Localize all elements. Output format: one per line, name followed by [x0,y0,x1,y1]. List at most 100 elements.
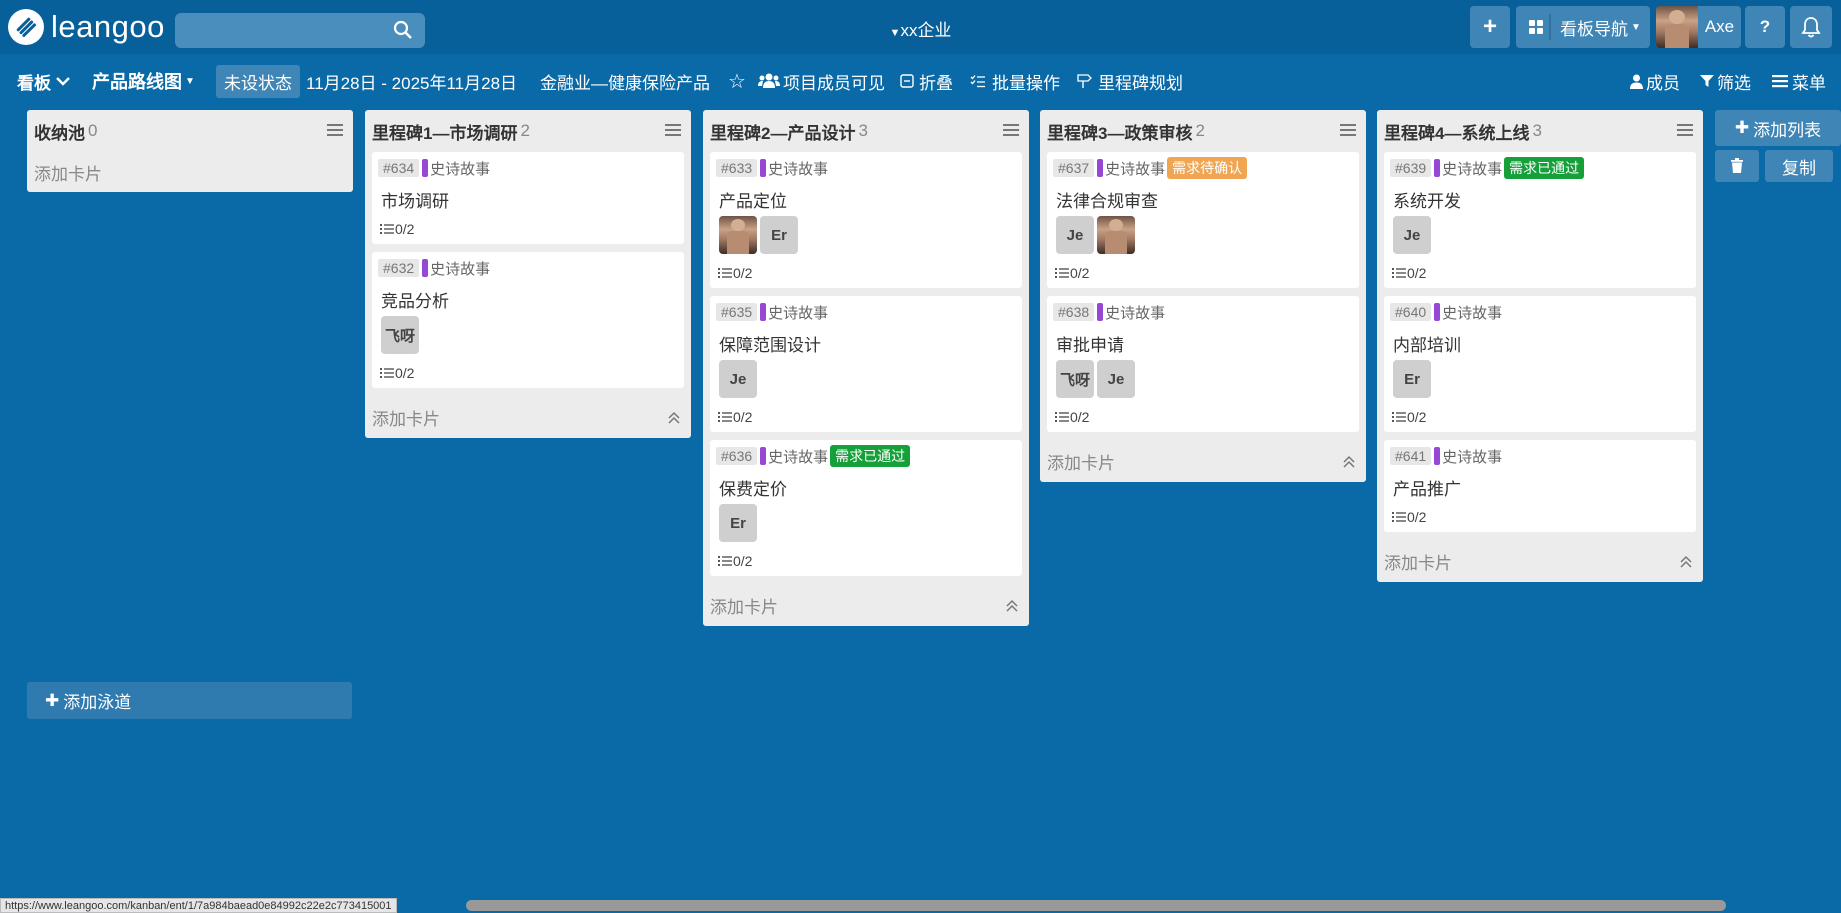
list-milestone-3: 里程碑3—政策审核 2 #637 史诗故事 需求待确认 法律合规审查 Je 0/… [1040,110,1366,482]
avatar-photo[interactable] [719,216,757,254]
fold-button[interactable]: 折叠 [900,62,953,100]
user-menu-button[interactable]: Axe [1698,6,1741,48]
search-icon[interactable] [393,20,413,40]
checklist-progress: 0/2 [372,214,684,244]
avatar-photo[interactable] [1097,216,1135,254]
add-card-button[interactable]: 添加卡片 [365,396,691,438]
card-members: Er [710,502,1022,546]
avatar[interactable]: Je [1056,216,1094,254]
collapse-up-icon[interactable] [1005,599,1019,613]
avatar[interactable]: 飞呀 [1056,360,1094,398]
checklist-icon [718,412,732,422]
notifications-button[interactable] [1790,6,1832,48]
members-button[interactable]: 成员 [1630,62,1680,100]
add-card-button[interactable]: 添加卡片 [1040,440,1366,482]
epic-label: 史诗故事 [768,304,829,322]
checklist-count: 0/2 [1407,409,1427,425]
epic-color-bar [422,159,429,177]
status-text: 未设状态 [216,64,300,98]
checklist-progress: 0/2 [1047,402,1359,432]
card[interactable]: #632 史诗故事 竞品分析 飞呀 0/2 [372,252,684,388]
board-menu-button[interactable]: 看板 [17,62,71,100]
star-button[interactable]: ☆ [728,62,746,100]
add-button[interactable]: + [1470,6,1510,48]
collapse-up-icon[interactable] [1679,555,1693,569]
card[interactable]: #638 史诗故事 审批申请 飞呀 Je 0/2 [1047,296,1359,432]
card[interactable]: #633 史诗故事 产品定位 Er 0/2 [710,152,1022,288]
list-menu-icon[interactable] [1677,123,1693,137]
card[interactable]: #634 史诗故事 市场调研 0/2 [372,152,684,244]
list-menu-icon[interactable] [327,123,343,137]
collapse-up-icon[interactable] [667,411,681,425]
avatar[interactable]: Er [1393,360,1431,398]
caret-down-icon: ▼ [1631,21,1641,33]
board-name-button[interactable]: 产品路线图 ▼ [92,62,195,100]
list-header[interactable]: 里程碑3—政策审核 2 [1040,110,1366,152]
milestone-button[interactable]: 里程碑规划 [1076,62,1183,100]
group-icon [758,73,780,88]
card-members: Je [1384,214,1696,258]
status-badge[interactable]: 未设状态 [216,62,300,100]
avatar[interactable]: Er [760,216,798,254]
card-id: #634 [378,159,420,177]
caret-down-icon: ▼ [185,75,195,87]
add-list-button[interactable]: ✚ 添加列表 [1715,110,1841,146]
card[interactable]: #641 史诗故事 产品推广 0/2 [1384,440,1696,532]
copy-label: 复制 [1782,158,1816,178]
board-nav-button[interactable]: 看板导航 ▼ [1516,6,1650,48]
avatar[interactable]: Je [1097,360,1135,398]
avatar[interactable]: 飞呀 [381,316,419,354]
logo[interactable]: leangoo [8,0,165,54]
add-card-button[interactable]: 添加卡片 [703,584,1029,626]
checklist-progress: 0/2 [1384,502,1696,532]
card[interactable]: #639 史诗故事 需求已通过 系统开发 Je 0/2 [1384,152,1696,288]
card-id: #637 [1053,159,1095,177]
search-input[interactable] [175,13,425,48]
horizontal-scrollbar[interactable] [466,900,1726,911]
epic-label: 史诗故事 [430,260,491,278]
add-card-label: 添加卡片 [372,409,440,429]
list-menu-icon[interactable] [665,123,681,137]
visibility-button[interactable]: 项目成员可见 [758,62,885,100]
help-icon: ? [1759,17,1771,36]
delete-button[interactable] [1715,150,1759,182]
org-switcher-toggle[interactable]: ▼xx企业 [890,21,952,40]
help-button[interactable]: ? [1745,6,1785,48]
list-header[interactable]: 收纳池 0 [27,110,353,152]
list-header[interactable]: 里程碑2—产品设计 3 [703,110,1029,152]
filter-button[interactable]: 筛选 [1700,62,1751,100]
date-range[interactable]: 11月28日 - 2025年11月28日 [306,62,517,100]
list-menu-icon[interactable] [1340,123,1356,137]
avatar[interactable]: Er [719,504,757,542]
card-id: #635 [716,303,758,321]
checklist-count: 0/2 [395,365,415,381]
add-card-button[interactable]: 添加卡片 [1377,540,1703,582]
add-card-button[interactable]: 添加卡片 [27,152,353,192]
card[interactable]: #635 史诗故事 保障范围设计 Je 0/2 [710,296,1022,432]
epic-label: 史诗故事 [768,448,829,466]
checklist-icon [380,224,394,234]
checklist-icon [1055,268,1069,278]
copy-button[interactable]: 复制 [1765,150,1833,182]
logo-icon [8,9,44,45]
project-link[interactable]: 金融业—健康保险产品 [540,62,710,100]
card-meta: #636 史诗故事 需求已通过 [710,440,1022,468]
avatar[interactable]: Je [719,360,757,398]
card[interactable]: #640 史诗故事 内部培训 Er 0/2 [1384,296,1696,432]
list-header[interactable]: 里程碑1—市场调研 2 [365,110,691,152]
batch-button[interactable]: 批量操作 [970,62,1060,100]
collapse-up-icon[interactable] [1342,455,1356,469]
card[interactable]: #637 史诗故事 需求待确认 法律合规审查 Je 0/2 [1047,152,1359,288]
list-title: 里程碑3—政策审核 [1047,123,1193,143]
card-title: 系统开发 [1393,192,1461,211]
add-swimlane-button[interactable]: ✚ 添加泳道 [27,682,352,719]
menu-label: 菜单 [1792,73,1826,93]
user-avatar[interactable] [1656,6,1698,48]
card[interactable]: #636 史诗故事 需求已通过 保费定价 Er 0/2 [710,440,1022,576]
avatar[interactable]: Je [1393,216,1431,254]
list-count: 2 [520,121,530,140]
list-header[interactable]: 里程碑4—系统上线 3 [1377,110,1703,152]
list-menu-icon[interactable] [1003,123,1019,137]
menu-button[interactable]: 菜单 [1772,62,1826,100]
list-milestone-1: 里程碑1—市场调研 2 #634 史诗故事 市场调研 0/2 #632 史诗故事… [365,110,691,438]
